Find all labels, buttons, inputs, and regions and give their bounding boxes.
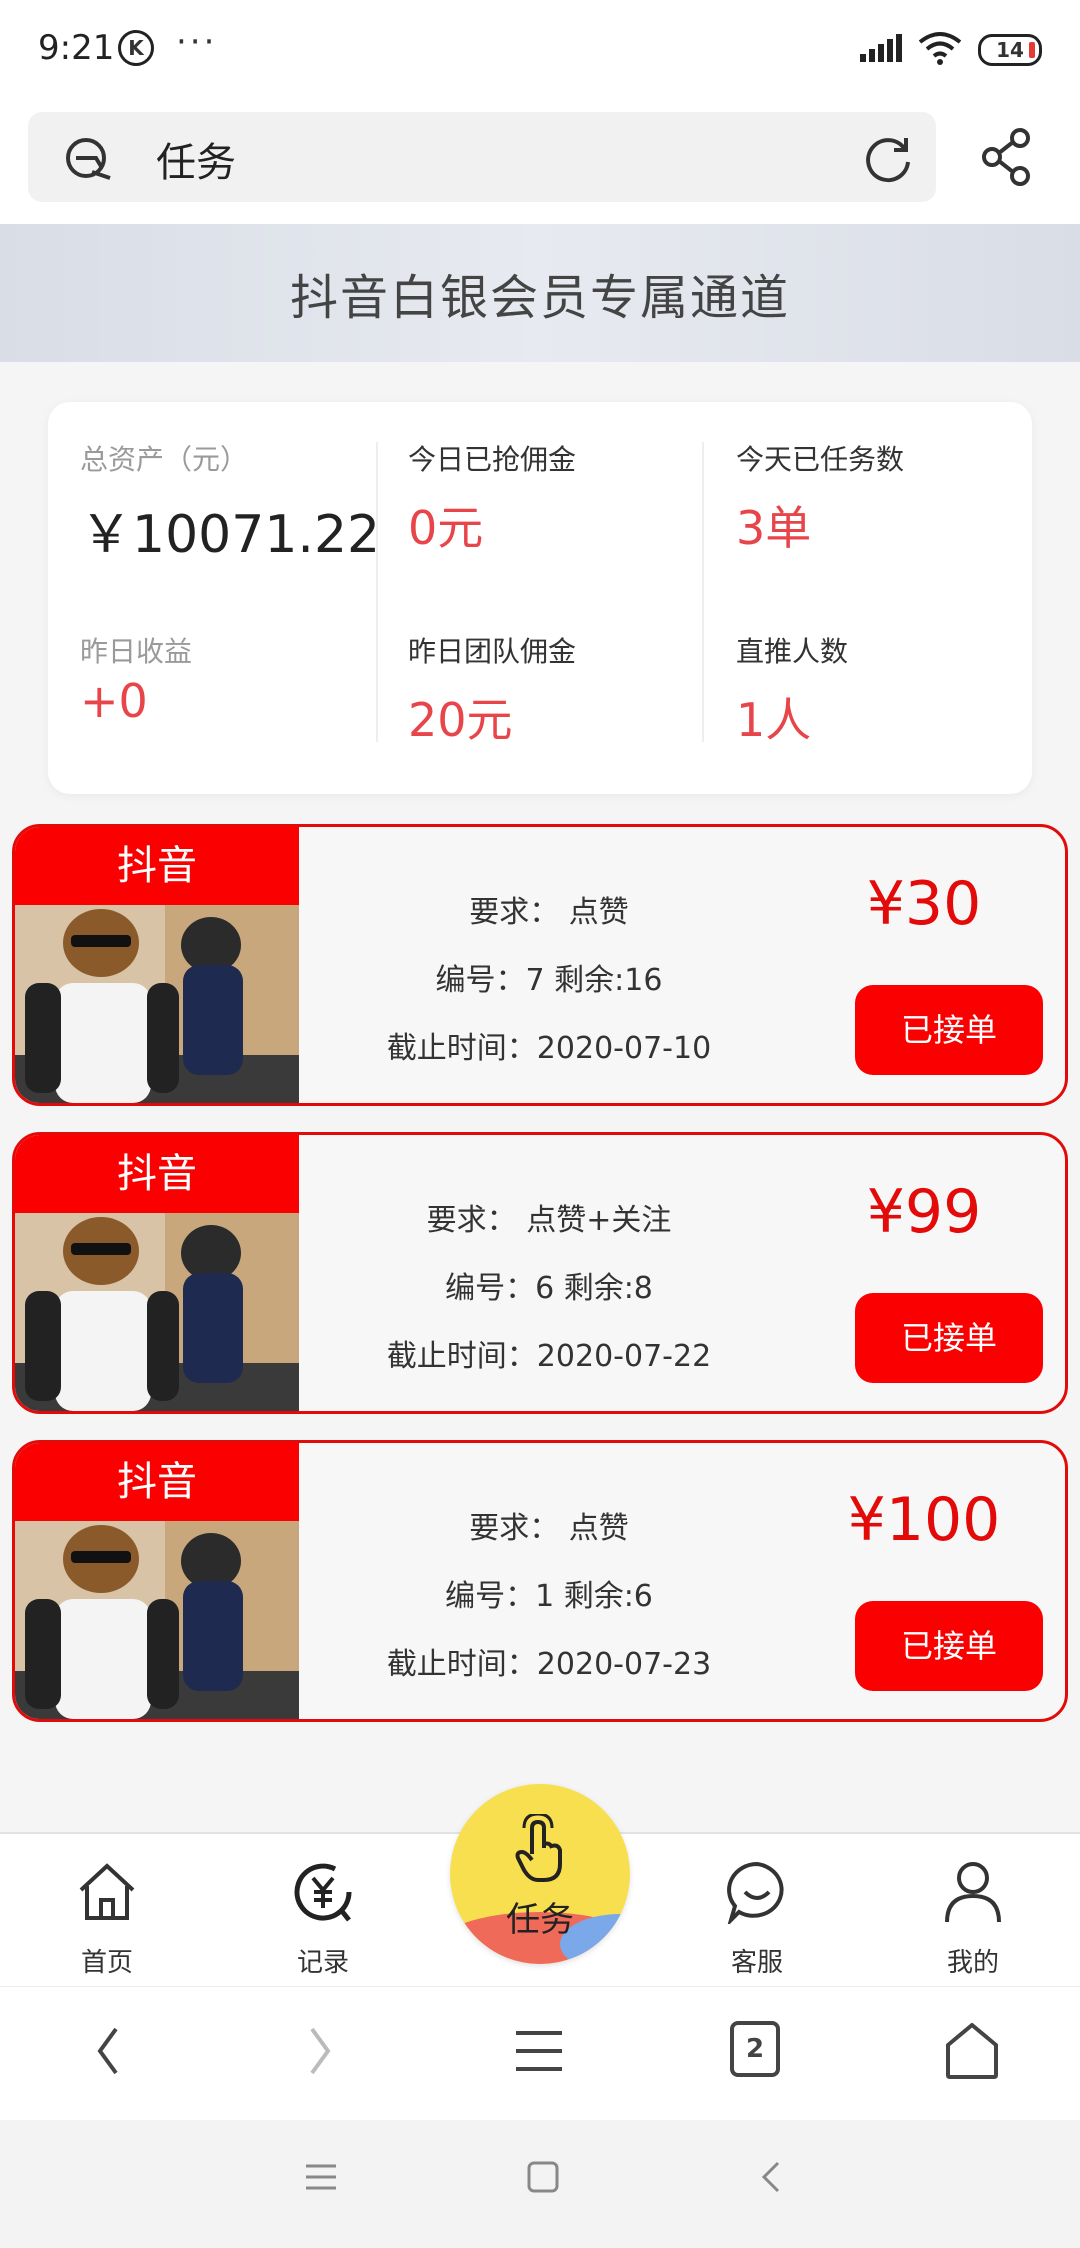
yuan-record-icon [294,1863,352,1922]
direct-referrals-label: 直推人数 [736,635,849,668]
task-price: ¥100 [847,1485,1001,1555]
yesterday-team-value: 20元 [408,693,513,747]
yesterday-team-commission: 昨日团队佣金 20元 [408,630,576,750]
page: 9:21 K ··· 14 任务 抖音白银会员专属通道 总资产（元） ￥1007… [0,0,1080,2248]
today-tasks: 今天已任务数 3单 [736,438,904,558]
share-icon[interactable] [980,128,1034,186]
tabs-button[interactable]: 2 [730,2021,780,2077]
task-price: ¥99 [866,1177,982,1247]
yesterday-income: 昨日收益 +0 [80,630,192,728]
page-title: 任务 [156,140,236,186]
platform-tag: 抖音 [15,1443,299,1521]
k-badge-icon: K [118,30,154,66]
task-product-image [15,1213,299,1411]
nav-records-label: 记录 [296,1948,349,1978]
task-serial: 编号：1 剩余:6 [445,1579,653,1614]
nav-mine[interactable]: 我的 [898,1834,1048,1988]
tap-hand-icon [515,1814,562,1882]
user-icon [945,1862,1001,1923]
task-price: ¥30 [866,869,982,939]
task-card[interactable]: 抖音 要求： 点赞 编号：7 剩余:16 截止时间：2020-07-10 ¥30… [12,824,1068,1106]
yesterday-income-value: +0 [80,674,148,728]
nav-service[interactable]: 客服 [682,1834,832,1988]
stats-card: 总资产（元） ￥10071.22 今日已抢佣金 0元 今天已任务数 3单 昨日收… [48,402,1032,794]
more-notifications-icon: ··· [176,22,218,62]
nav-mine-label: 我的 [946,1948,999,1978]
task-requirement: 要求： 点赞+关注 [426,1203,672,1238]
nav-service-label: 客服 [730,1948,783,1978]
nav-tasks-label: 任务 [506,1900,574,1940]
task-deadline: 截止时间：2020-07-23 [386,1647,712,1682]
total-assets-label: 总资产（元） [80,443,249,476]
refresh-icon[interactable] [862,132,914,184]
wifi-icon [918,32,962,65]
platform-tag: 抖音 [15,1135,299,1213]
menu-icon[interactable] [514,2021,564,2081]
recent-apps-icon[interactable] [304,2160,338,2194]
task-requirement: 要求： 点赞 [469,895,629,930]
member-banner: 抖音白银会员专属通道 [0,224,1080,362]
task-deadline: 截止时间：2020-07-22 [386,1339,712,1374]
task-deadline: 截止时间：2020-07-10 [386,1031,712,1066]
forward-icon[interactable] [306,2021,336,2081]
accepted-button[interactable]: 已接单 [855,1293,1043,1383]
system-nav-bar [0,2120,1080,2248]
today-tasks-value: 3单 [736,501,812,555]
direct-referrals-value: 1人 [736,693,812,747]
today-commission-label: 今日已抢佣金 [408,443,577,476]
yesterday-income-label: 昨日收益 [80,635,193,668]
banner-title: 抖音白银会员专属通道 [289,270,790,326]
divider [702,442,704,742]
url-field[interactable]: 任务 [28,112,936,202]
task-serial: 编号：6 剩余:8 [445,1271,653,1306]
task-card[interactable]: 抖音 要求： 点赞 编号：1 剩余:6 截止时间：2020-07-23 ¥100… [12,1440,1068,1722]
address-bar: 任务 [0,100,1080,224]
total-assets: 总资产（元） ￥10071.22 [80,438,380,567]
task-serial: 编号：7 剩余:16 [435,963,663,998]
battery-icon: 14 [978,34,1042,66]
browser-logo-icon [66,138,111,180]
task-product-image [15,905,299,1103]
home-icon [79,1863,135,1920]
accepted-button[interactable]: 已接单 [855,1601,1043,1691]
nav-records[interactable]: 记录 [248,1834,398,1988]
yesterday-team-label: 昨日团队佣金 [408,635,577,668]
total-assets-value: ￥10071.22 [80,505,381,565]
today-tasks-label: 今天已任务数 [736,443,905,476]
platform-tag: 抖音 [15,827,299,905]
signal-icon [860,34,902,62]
nav-home-label: 首页 [80,1948,133,1978]
task-info: 要求： 点赞 编号：7 剩余:16 截止时间：2020-07-10 [299,827,799,1103]
today-commission: 今日已抢佣金 0元 [408,438,576,558]
back-icon[interactable] [92,2021,122,2081]
browser-toolbar: 2 [0,1986,1080,2120]
task-card[interactable]: 抖音 要求： 点赞+关注 编号：6 剩余:8 截止时间：2020-07-22 ¥… [12,1132,1068,1414]
status-bar: 9:21 K ··· 14 [0,0,1080,100]
task-product-image [15,1521,299,1719]
task-info: 要求： 点赞 编号：1 剩余:6 截止时间：2020-07-23 [299,1443,799,1719]
system-back-icon[interactable] [756,2160,786,2194]
accepted-button[interactable]: 已接单 [855,985,1043,1075]
nav-home[interactable]: 首页 [32,1834,182,1988]
system-home-icon[interactable] [526,2160,560,2194]
status-time: 9:21 [38,28,115,68]
task-info: 要求： 点赞+关注 编号：6 剩余:8 截止时间：2020-07-22 [299,1135,799,1411]
browser-home-icon[interactable] [944,2021,1000,2081]
chat-service-icon [727,1861,784,1924]
direct-referrals: 直推人数 1人 [736,630,848,750]
task-requirement: 要求： 点赞 [469,1511,629,1546]
nav-tasks-center-button[interactable]: 任务 [450,1784,630,1964]
today-commission-value: 0元 [408,501,484,555]
